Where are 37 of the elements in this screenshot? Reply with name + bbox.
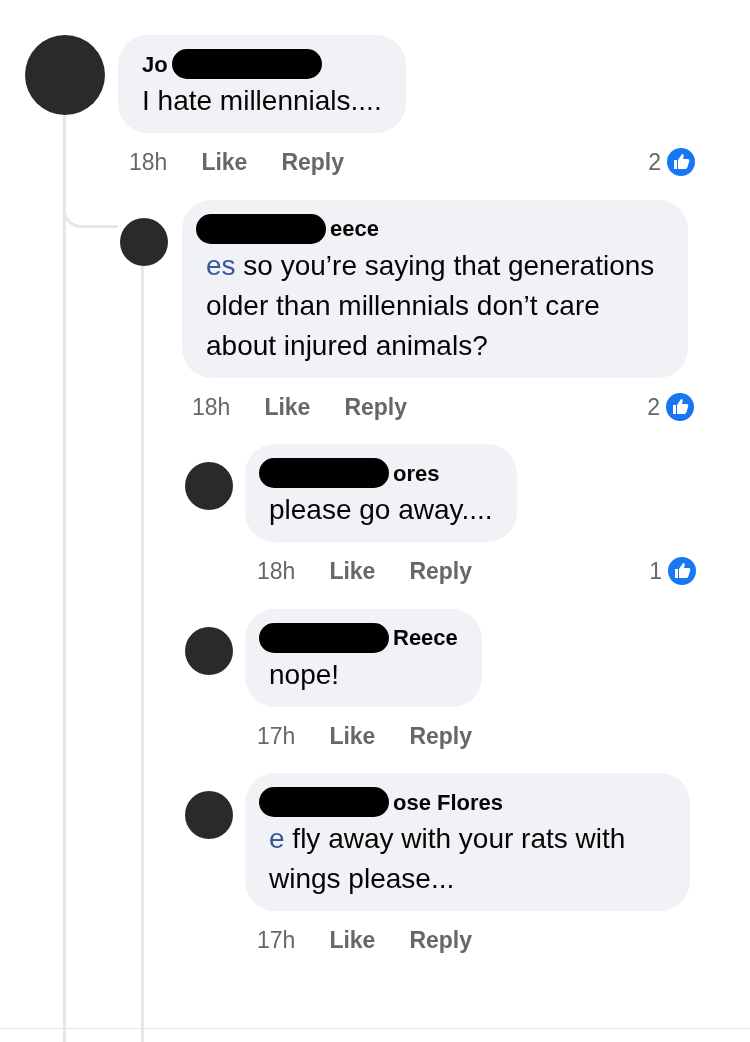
author-name[interactable]: Reece: [393, 621, 458, 654]
like-link[interactable]: Like: [201, 145, 248, 180]
reaction-count: 2: [648, 148, 661, 177]
timestamp: 17h: [257, 721, 296, 751]
comment-text: nope!: [269, 657, 341, 692]
mention-link[interactable]: es: [206, 249, 236, 281]
author-name[interactable]: ose Flores: [393, 785, 504, 819]
reply-link[interactable]: Reply: [281, 145, 345, 180]
timestamp: 17h: [257, 926, 296, 955]
comment-text: e fly away with your rats with wings please...: [269, 822, 627, 896]
author-name[interactable]: eece: [330, 212, 379, 245]
reply-link[interactable]: Reply: [409, 718, 473, 753]
reply-link[interactable]: Reply: [409, 923, 473, 958]
mention-link[interactable]: e: [269, 823, 285, 854]
like-link[interactable]: Like: [264, 389, 311, 424]
timestamp: 18h: [257, 557, 296, 586]
like-link[interactable]: Like: [329, 554, 376, 589]
avatar[interactable]: [185, 791, 233, 839]
timestamp: 18h: [129, 148, 168, 177]
reaction-count: 2: [647, 392, 660, 422]
avatar[interactable]: [120, 217, 168, 266]
thumbs-up-icon: [665, 146, 697, 179]
thumbs-up-icon: [664, 390, 696, 423]
reply-link[interactable]: Reply: [409, 554, 473, 589]
comment-text: es so you’re saying that generations older than millennials don’t care about injured animals?: [206, 248, 656, 363]
timestamp: 18h: [192, 392, 231, 422]
reply-link[interactable]: Reply: [344, 389, 408, 424]
like-link[interactable]: Like: [329, 923, 376, 958]
like-link[interactable]: Like: [329, 718, 376, 753]
avatar[interactable]: [185, 462, 233, 510]
author-name[interactable]: Jo: [142, 47, 168, 81]
comment-text: I hate millennials....: [142, 84, 382, 118]
reaction-count: 1: [649, 557, 662, 586]
thumbs-up-icon: [666, 555, 698, 588]
avatar[interactable]: [185, 626, 233, 675]
comment-text: please go away....: [269, 493, 493, 527]
author-name[interactable]: ores: [393, 456, 440, 490]
